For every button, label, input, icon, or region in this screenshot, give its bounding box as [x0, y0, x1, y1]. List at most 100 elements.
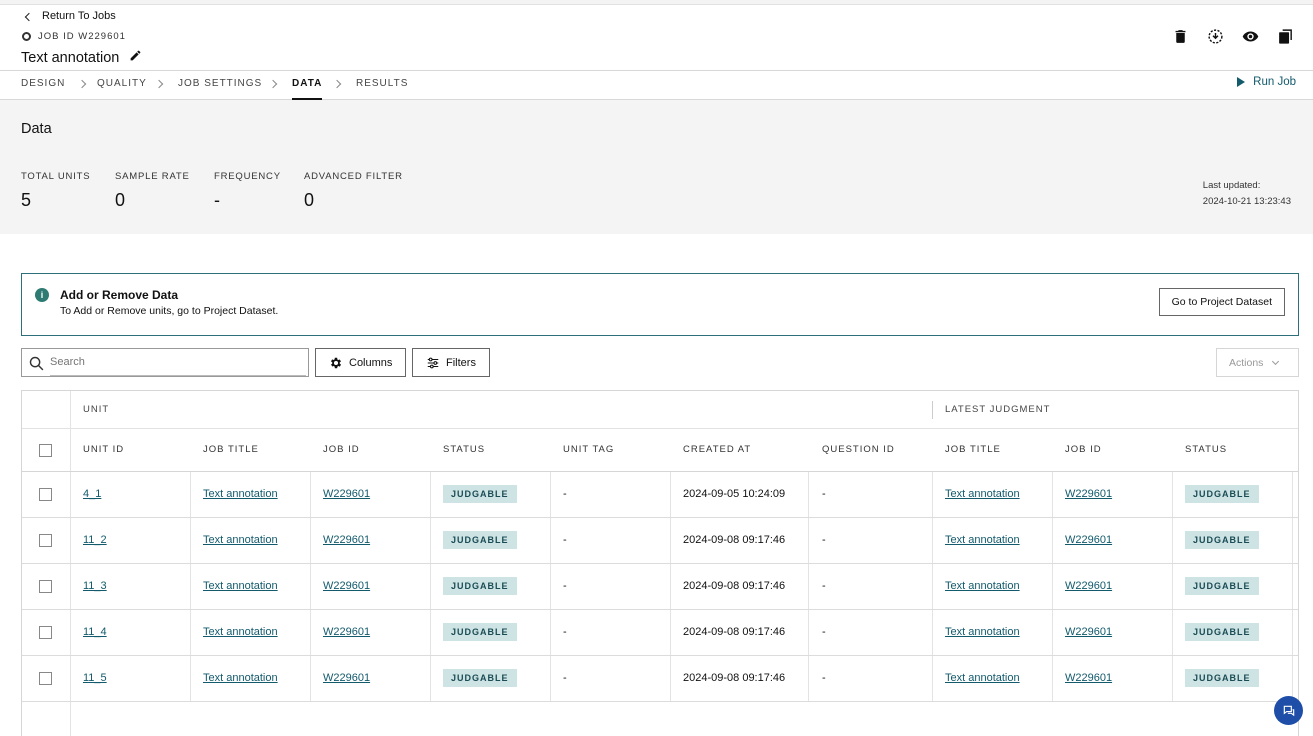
job-id-link[interactable]: W229601: [323, 672, 370, 684]
unit-id-link[interactable]: 11_3: [83, 580, 107, 592]
table-row: 11_3 Text annotation W229601 JUDGABLE - 2024-…: [22, 564, 1298, 610]
latest-job-title-link[interactable]: Text annotation: [945, 626, 1020, 638]
job-title-link[interactable]: Text annotation: [203, 488, 278, 500]
latest-job-id-link[interactable]: W229601: [1065, 580, 1112, 592]
latest-job-id-link[interactable]: W229601: [1065, 626, 1112, 638]
download-icon: [1208, 29, 1223, 44]
filters-button[interactable]: Filters: [412, 348, 490, 377]
column-header-unit-tag[interactable]: UNIT TAG: [563, 429, 614, 471]
search-input[interactable]: [50, 349, 306, 376]
latest-job-title-link[interactable]: Text annotation: [945, 534, 1020, 546]
latest-job-title-link[interactable]: Text annotation: [945, 672, 1020, 684]
stat-advanced-filter: ADVANCED FILTER 0: [304, 171, 403, 211]
job-id-link[interactable]: W229601: [323, 580, 370, 592]
column-divider: [190, 656, 191, 701]
unit-tag-value: -: [563, 488, 567, 500]
go-to-project-dataset-button[interactable]: Go to Project Dataset: [1158, 288, 1285, 316]
job-title-link[interactable]: Text annotation: [203, 534, 278, 546]
stat-label: ADVANCED FILTER: [304, 171, 403, 182]
actions-dropdown[interactable]: Actions: [1216, 348, 1299, 377]
column-header-job-title[interactable]: JOB TITLE: [203, 429, 259, 471]
return-to-jobs-link[interactable]: Return To Jobs: [24, 10, 116, 22]
pencil-icon: [130, 50, 141, 61]
column-divider: [430, 610, 431, 655]
run-job-button[interactable]: Run Job: [1237, 76, 1296, 88]
unit-id-link[interactable]: 4_1: [83, 488, 101, 500]
column-divider: [932, 564, 933, 609]
latest-job-id-link[interactable]: W229601: [1065, 488, 1112, 500]
status-badge: JUDGABLE: [1185, 622, 1259, 641]
copy-job-button[interactable]: [1276, 27, 1295, 46]
edit-title-button[interactable]: [129, 49, 142, 66]
cell-job-id: W229601: [323, 472, 370, 517]
cell-created-at: 2024-09-08 09:17:46: [683, 610, 785, 655]
column-header-status[interactable]: STATUS: [443, 429, 485, 471]
columns-button[interactable]: Columns: [315, 348, 407, 377]
column-divider: [550, 564, 551, 609]
column-divider: [1172, 656, 1173, 701]
column-divider: [1292, 656, 1293, 701]
unit-id-link[interactable]: 11_5: [83, 672, 107, 684]
column-header-latest-job-title[interactable]: JOB TITLE: [945, 429, 1001, 471]
sliders-icon: [427, 357, 439, 368]
question-id-value: -: [822, 534, 826, 546]
column-header-created-at[interactable]: CREATED AT: [683, 429, 751, 471]
latest-job-id-link[interactable]: W229601: [1065, 534, 1112, 546]
column-header-job-id[interactable]: JOB ID: [323, 429, 360, 471]
column-divider: [808, 518, 809, 563]
unit-id-link[interactable]: 11_4: [83, 626, 107, 638]
download-job-button[interactable]: [1206, 27, 1225, 46]
column-header-question-id[interactable]: QUESTION ID: [822, 429, 895, 471]
job-id-label: JOB ID W229601: [38, 31, 126, 42]
latest-job-title-link[interactable]: Text annotation: [945, 488, 1020, 500]
cell-unit-tag: -: [563, 610, 567, 655]
cell-status: JUDGABLE: [443, 518, 517, 563]
job-id-link[interactable]: W229601: [323, 626, 370, 638]
status-badge: JUDGABLE: [1185, 484, 1259, 503]
job-id-link[interactable]: W229601: [323, 488, 370, 500]
tab-job-settings[interactable]: JOB SETTINGS: [178, 78, 262, 89]
delete-job-button[interactable]: [1171, 27, 1190, 46]
column-header-unit-id[interactable]: UNIT ID: [83, 429, 124, 471]
select-all-checkbox[interactable]: [39, 444, 52, 457]
tab-quality[interactable]: QUALITY: [97, 78, 147, 89]
chevron-left-icon: [24, 12, 34, 21]
tab-results[interactable]: RESULTS: [356, 78, 408, 89]
cell-unit-id: 11_4: [83, 610, 107, 655]
column-header-latest-status[interactable]: STATUS: [1185, 429, 1227, 471]
job-title-link[interactable]: Text annotation: [203, 580, 278, 592]
stat-value: 5: [21, 190, 32, 210]
created-at-value: 2024-09-08 09:17:46: [683, 580, 786, 592]
cell-latest-status: JUDGABLE: [1185, 472, 1259, 517]
latest-job-title-link[interactable]: Text annotation: [945, 580, 1020, 592]
column-divider: [310, 656, 311, 701]
cell-unit-tag: -: [563, 472, 567, 517]
cell-job-title: Text annotation: [203, 610, 278, 655]
job-title-link[interactable]: Text annotation: [203, 626, 278, 638]
unit-id-link[interactable]: 11_2: [83, 534, 107, 546]
job-id-link[interactable]: W229601: [323, 534, 370, 546]
job-title-link[interactable]: Text annotation: [203, 672, 278, 684]
row-checkbox[interactable]: [39, 488, 52, 501]
chat-button[interactable]: [1274, 696, 1303, 725]
row-checkbox[interactable]: [39, 580, 52, 593]
created-at-value: 2024-09-08 09:17:46: [683, 626, 786, 638]
row-checkbox[interactable]: [39, 626, 52, 639]
cell-latest-job-id: W229601: [1065, 656, 1112, 701]
cell-job-id: W229601: [323, 564, 370, 609]
return-to-jobs-label: Return To Jobs: [42, 10, 116, 22]
column-header-latest-job-id[interactable]: JOB ID: [1065, 429, 1102, 471]
created-at-value: 2024-09-08 09:17:46: [683, 672, 786, 684]
row-checkbox[interactable]: [39, 672, 52, 685]
preview-job-button[interactable]: [1241, 27, 1260, 46]
tab-data[interactable]: DATA: [292, 78, 323, 100]
cell-question-id: -: [822, 610, 826, 655]
cell-latest-job-id: W229601: [1065, 564, 1112, 609]
stat-frequency: FREQUENCY -: [214, 171, 281, 211]
row-checkbox[interactable]: [39, 534, 52, 547]
cell-question-id: -: [822, 518, 826, 563]
cell-unit-tag: -: [563, 518, 567, 563]
tab-design[interactable]: DESIGN: [21, 78, 65, 89]
latest-job-id-link[interactable]: W229601: [1065, 672, 1112, 684]
cell-job-id: W229601: [323, 610, 370, 655]
